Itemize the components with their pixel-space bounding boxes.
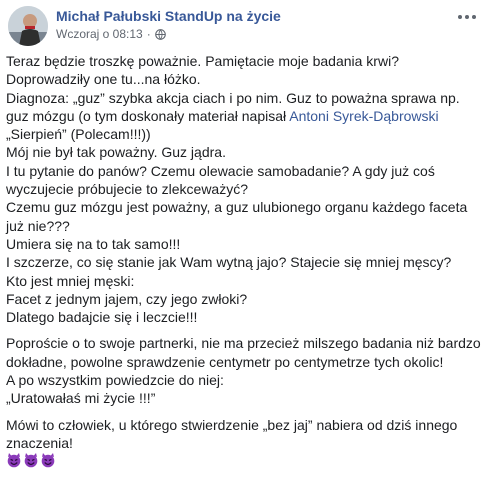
author-name[interactable]: Michał Pałubski StandUp na życie — [56, 8, 281, 24]
text-line: A po wszystkim powiedzcie do niej: — [6, 372, 224, 389]
mention-link[interactable]: Antoni Syrek-Dąbrowski — [289, 108, 438, 124]
smiling-devil-emoji — [40, 452, 56, 468]
post-meta: Wczoraj o 08:13 · — [56, 27, 166, 41]
author-avatar[interactable] — [8, 6, 48, 46]
text-line: Diagnoza: „guz” szybka akcja ciach i po … — [6, 89, 460, 106]
text-line: Czemu guz mózgu jest poważny, a guz ulub… — [6, 199, 468, 216]
post-body: Teraz będzie troszkę poważnie. Pamiętaci… — [6, 52, 486, 476]
text-line: Doprowadziły one tu...na łóżko. — [6, 71, 201, 88]
text-line: Facet z jednym jajem, czy jego zwłoki? — [6, 290, 248, 307]
facebook-post: Michał Pałubski StandUp na życie Wczoraj… — [0, 0, 491, 491]
post-header: Michał Pałubski StandUp na życie Wczoraj… — [0, 0, 491, 48]
text-line: Poproście o to swoje partnerki, nie ma p… — [6, 335, 481, 352]
text-line: wyczujecie próbujecie to zlekceważyć? — [6, 181, 248, 198]
text-line: I tu pytanie do panów? Czemu olewacie sa… — [6, 162, 435, 179]
emoji-row — [6, 452, 486, 468]
text-line: Teraz będzie troszkę poważnie. Pamiętaci… — [6, 53, 399, 69]
text-line: Mówi to człowiek, u którego stwierdzenie… — [6, 416, 458, 433]
more-options-icon[interactable] — [453, 6, 481, 28]
smiling-devil-emoji — [6, 452, 22, 468]
text-line-with-link: guz mózgu (o tym doskonały materiał napi… — [6, 107, 486, 125]
paragraph-3: Mówi to człowiek, u którego stwierdzenie… — [6, 416, 486, 469]
text-line: I szczerze, co się stanie jak Wam wytną … — [6, 254, 452, 271]
text-line: „Sierpień” (Polecam!!!)) — [6, 126, 151, 143]
meta-separator: · — [146, 27, 151, 41]
text-line: Dlatego badajcie się i leczcie!!! — [6, 309, 198, 326]
paragraph-2: Poproście o to swoje partnerki, nie ma p… — [6, 334, 486, 407]
text-line: Kto jest mniej męski: — [6, 272, 135, 289]
text-line: Mój nie był tak poważny. Guz jądra. — [6, 144, 226, 161]
text-line: Umiera się na to tak samo!!! — [6, 235, 181, 252]
globe-icon[interactable] — [154, 28, 166, 40]
text-fragment: guz mózgu (o tym doskonały materiał napi… — [6, 107, 290, 124]
text-line: dokładne, powolne sprawdzenie centymetr … — [6, 353, 444, 370]
text-line: „Uratowałaś mi życie !!!” — [6, 390, 156, 407]
paragraph-1: Teraz będzie troszkę poważnie. Pamiętaci… — [6, 52, 486, 326]
post-time[interactable]: Wczoraj o 08:13 — [56, 27, 143, 41]
smiling-devil-emoji — [23, 452, 39, 468]
text-line: znaczenia! — [6, 434, 73, 451]
text-line: już nie??? — [6, 217, 70, 234]
